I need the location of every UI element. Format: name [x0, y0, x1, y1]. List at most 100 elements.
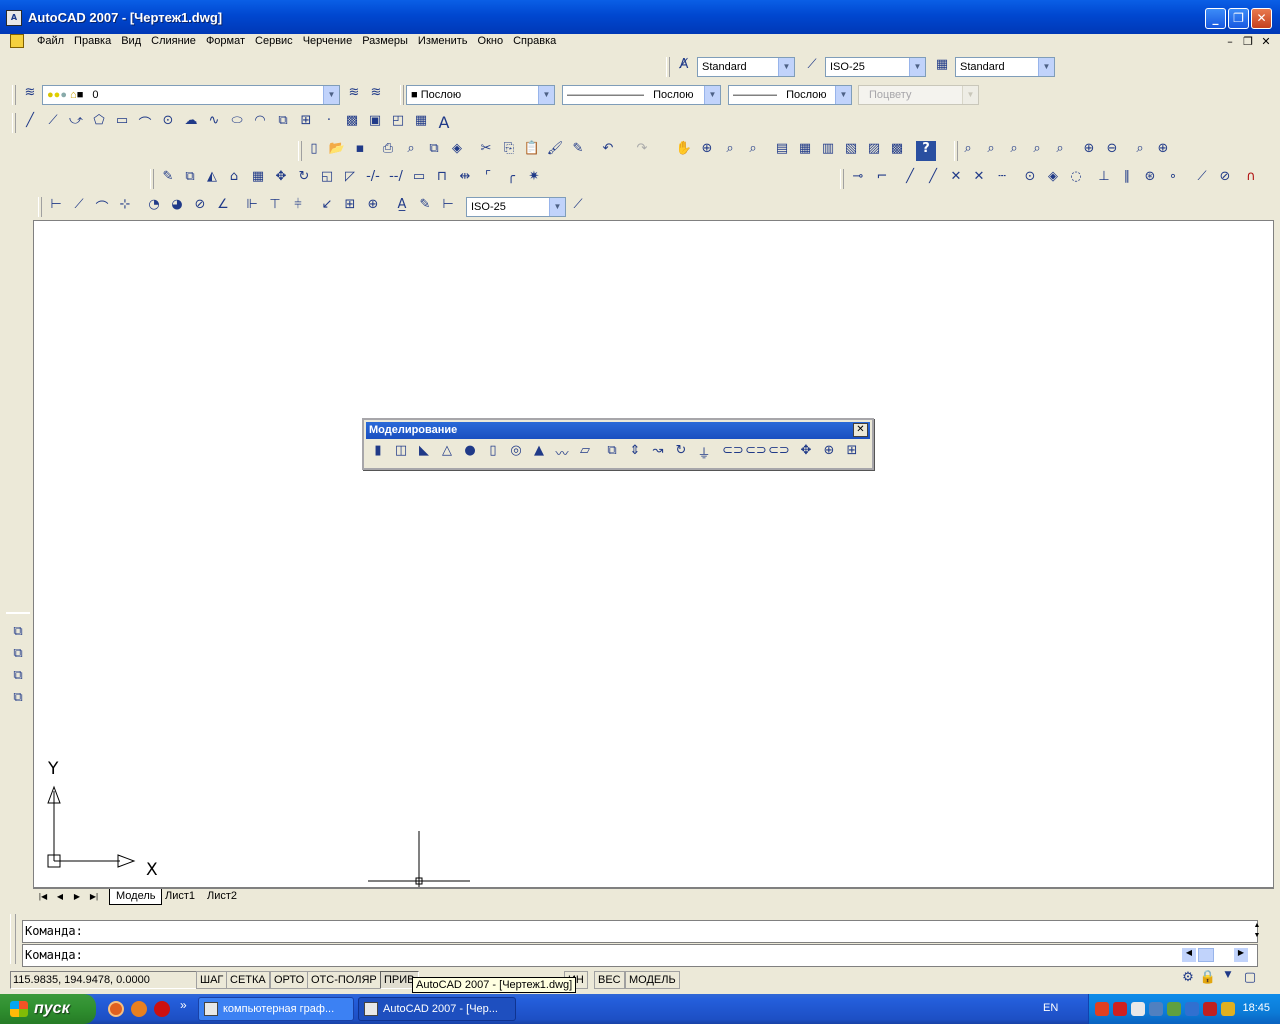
ellipse-arc-icon[interactable]: ◠	[250, 113, 270, 133]
zoom-extents-icon[interactable]: ⊕	[1153, 141, 1173, 161]
tray-antivirus-icon[interactable]	[1113, 1002, 1127, 1016]
taskbar-button-autocad[interactable]: AutoCAD 2007 - [Чер...	[358, 997, 516, 1021]
polysolid-icon[interactable]: ▮	[368, 443, 388, 463]
extrude-icon[interactable]: ⧉	[602, 443, 622, 463]
table-style-icon[interactable]: ▦	[932, 57, 952, 77]
point-icon[interactable]: ·	[319, 113, 339, 133]
command-grip[interactable]	[10, 914, 16, 964]
trim-icon[interactable]: -/-	[363, 169, 383, 189]
menu-dimension[interactable]: Размеры	[357, 34, 413, 48]
dim-angular-icon[interactable]: ∠	[213, 197, 233, 217]
snap-node-icon[interactable]: ∘	[1163, 169, 1183, 189]
snap-midpoint-icon[interactable]: ╱	[923, 169, 943, 189]
send-under-icon[interactable]: ⧉	[8, 690, 28, 710]
opera-icon[interactable]	[154, 1001, 170, 1017]
multiline-text-icon[interactable]: A	[434, 113, 454, 133]
cylinder-icon[interactable]: ▯	[483, 443, 503, 463]
extend-icon[interactable]: --/	[386, 169, 406, 189]
ortho-toggle[interactable]: ОРТО	[270, 971, 309, 989]
tab-model[interactable]: Модель	[109, 889, 163, 905]
join-icon[interactable]: ⇹	[455, 169, 475, 189]
snap-endpoint-icon[interactable]: ╱	[900, 169, 920, 189]
plot-preview-icon[interactable]: ⌕	[401, 141, 421, 161]
color-select[interactable]: ■ Послою ▼	[406, 85, 555, 105]
rectangle-icon[interactable]: ▭	[112, 113, 132, 133]
last-tab-icon[interactable]: ▶|	[86, 890, 102, 904]
quick-dim-icon[interactable]: ⊩	[242, 197, 262, 217]
maximize-button[interactable]: ❐	[1228, 8, 1249, 29]
next-tab-icon[interactable]: ▶	[69, 890, 85, 904]
toolbar-lock-icon[interactable]: 🔒	[1198, 970, 1218, 990]
dim-update-icon[interactable]: ⊢	[438, 197, 458, 217]
polygon-icon[interactable]: ⬠	[89, 113, 109, 133]
menu-edit[interactable]: Правка	[69, 34, 116, 48]
first-tab-icon[interactable]: |◀	[35, 890, 51, 904]
subtract-icon[interactable]: ⊂⊃	[745, 443, 767, 463]
cone-icon[interactable]: △	[437, 443, 457, 463]
properties-icon[interactable]: ▤	[772, 141, 792, 161]
sweep-icon[interactable]: ↝	[648, 443, 668, 463]
linetype-select[interactable]: ——————— Послою ▼	[562, 85, 721, 105]
horizontal-scroll-thumb[interactable]	[1198, 948, 1214, 962]
copy-object-icon[interactable]: ⧉	[180, 169, 200, 189]
zoom-out-icon[interactable]: ⊖	[1102, 141, 1122, 161]
menu-insert[interactable]: Слияние	[146, 34, 201, 48]
dim-aligned-icon[interactable]: ⟋	[69, 197, 89, 217]
snap-tangent-icon[interactable]: ◌	[1066, 169, 1086, 189]
loft-icon[interactable]: ⏚	[694, 443, 714, 463]
clean-screen-icon[interactable]: ▢	[1240, 970, 1260, 990]
zoom-window-icon[interactable]: ⌕	[720, 141, 740, 161]
document-icon[interactable]	[10, 34, 24, 48]
hatch-icon[interactable]: ▩	[342, 113, 362, 133]
layer-previous-icon[interactable]: ≋	[366, 85, 386, 105]
3d-rotate-icon[interactable]: ⊕	[819, 443, 839, 463]
construction-line-icon[interactable]: ⟋	[43, 113, 63, 133]
dim-continue-icon[interactable]: ⫩	[288, 197, 308, 217]
command-input[interactable]: Команда:	[22, 944, 1258, 967]
doc-minimize-icon[interactable]: –	[1222, 35, 1238, 49]
menu-format[interactable]: Формат	[201, 34, 250, 48]
menu-tools[interactable]: Сервис	[250, 34, 298, 48]
presspull-icon[interactable]: ⇕	[625, 443, 645, 463]
publish-icon[interactable]: ⧉	[424, 141, 444, 161]
copy-icon[interactable]: ⎘	[499, 141, 519, 161]
drawing-canvas[interactable]: Y X	[33, 220, 1274, 888]
quick-leader-icon[interactable]: ↙	[317, 197, 337, 217]
calculator-icon[interactable]: ▩	[887, 141, 907, 161]
line-icon[interactable]: ╱	[20, 113, 40, 133]
dim-edit-icon[interactable]: A̲	[392, 197, 412, 217]
lineweight-toggle[interactable]: ВЕС	[594, 971, 625, 989]
menu-view[interactable]: Вид	[116, 34, 146, 48]
zoom-window-icon[interactable]: ⌕	[958, 141, 978, 161]
zoom-in-icon[interactable]: ⊕	[1079, 141, 1099, 161]
text-style-icon[interactable]: A̸	[674, 57, 694, 77]
undo-icon[interactable]: ↶	[598, 141, 618, 161]
block-editor-icon[interactable]: ✎	[568, 141, 588, 161]
scroll-left-icon[interactable]: ◀	[1182, 948, 1196, 962]
explode-icon[interactable]: ✷	[524, 169, 544, 189]
menu-draw[interactable]: Черчение	[298, 34, 358, 48]
zoom-object-icon[interactable]: ⌕	[1050, 141, 1070, 161]
dim-baseline-icon[interactable]: ⊤	[265, 197, 285, 217]
markup-icon[interactable]: ▨	[864, 141, 884, 161]
email-icon[interactable]	[108, 1001, 124, 1017]
model-toggle[interactable]: МОДЕЛЬ	[625, 971, 680, 989]
doc-restore-icon[interactable]: ❐	[1240, 35, 1256, 49]
dim-style-icon[interactable]: ⟋	[568, 197, 588, 217]
save-icon[interactable]: ▪	[350, 141, 370, 161]
wedge-icon[interactable]: ◣	[414, 443, 434, 463]
polyline-icon[interactable]: ⤻	[66, 113, 86, 133]
polar-toggle[interactable]: ОТС-ПОЛЯР	[307, 971, 381, 989]
make-layer-current-icon[interactable]: ≋	[344, 85, 364, 105]
quick-launch-chevron-icon[interactable]: »	[180, 998, 187, 1012]
dim-jogged-icon[interactable]: ◕	[167, 197, 187, 217]
zoom-realtime-icon[interactable]: ⊕	[697, 141, 717, 161]
snap-extension-icon[interactable]: ┄	[992, 169, 1012, 189]
revision-cloud-icon[interactable]: ☁	[181, 113, 201, 133]
menu-file[interactable]: Файл	[32, 34, 69, 48]
taskbar-button-word[interactable]: компьютерная граф...	[198, 997, 354, 1021]
table-style-select[interactable]: Standard ▼	[955, 57, 1055, 77]
help-icon[interactable]: ?	[916, 141, 936, 161]
modeling-toolbar[interactable]: Моделирование ✕ ▮ ◫ ◣ △ ● ▯ ◎ ▲ 〰 ▱ ⧉ ⇕ …	[362, 418, 874, 470]
grid-toggle[interactable]: СЕТКА	[226, 971, 270, 989]
